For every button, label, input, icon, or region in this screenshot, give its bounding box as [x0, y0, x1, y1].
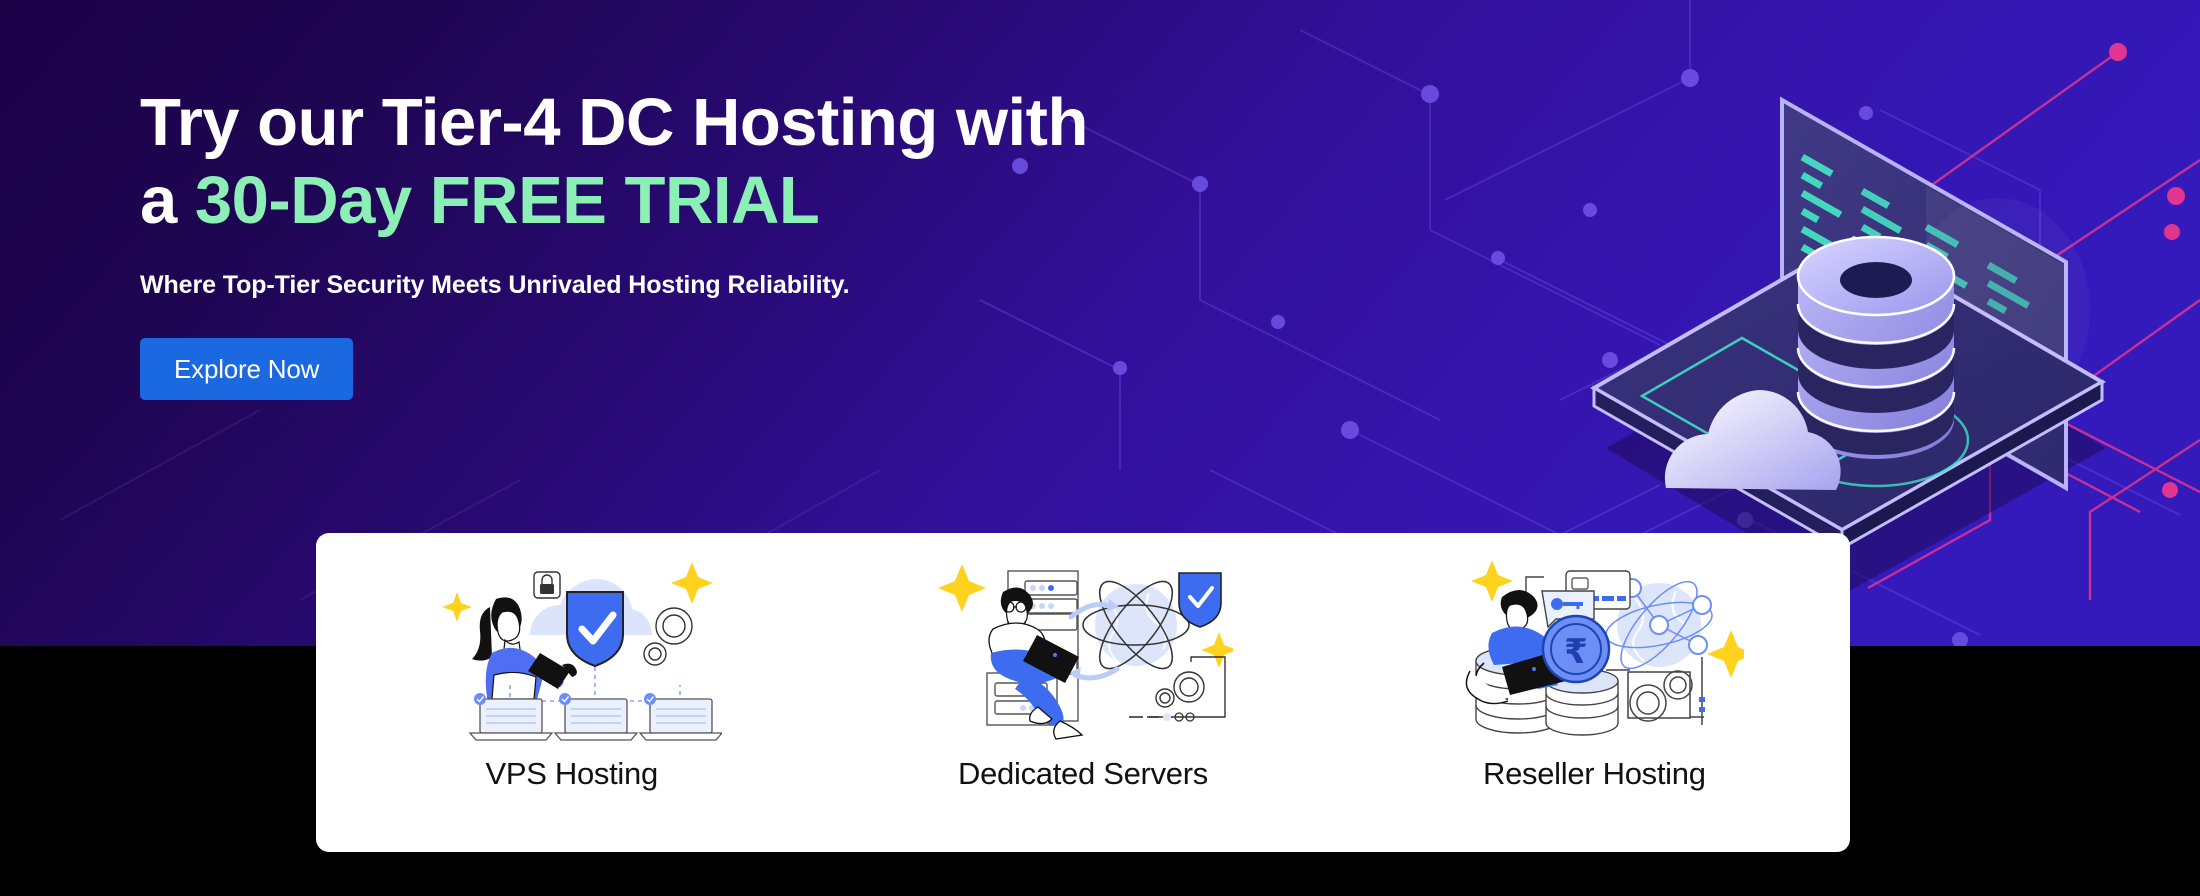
shield-check-icon — [1178, 572, 1222, 628]
service-tile-dedicated-servers[interactable]: Dedicated Servers — [827, 533, 1338, 852]
explore-now-button[interactable]: Explore Now — [140, 337, 354, 400]
services-card: VPS Hosting Dedicated Servers ₹ Reseller… — [316, 533, 1850, 852]
service-label-dedicated-servers: Dedicated Servers — [958, 756, 1208, 791]
dedicated-servers-illustration — [937, 564, 1233, 740]
gear-icon — [1606, 657, 1705, 725]
reseller-hosting-illustration: ₹ — [1466, 560, 1745, 736]
headline-line-1: Try our Tier-4 DC Hosting with — [140, 85, 1088, 160]
gear-icon — [1146, 656, 1226, 718]
gear-icon — [642, 607, 693, 666]
rupee-coin-icon: ₹ — [1542, 614, 1611, 684]
sparkle-icon — [937, 564, 986, 612]
isometric-laptop-illustration — [1589, 96, 2107, 608]
laptop-row — [468, 693, 722, 741]
hero-subheadline: Where Top-Tier Security Meets Unrivaled … — [140, 270, 850, 299]
sparkle-icon — [1200, 632, 1233, 668]
svg-text:₹: ₹ — [1564, 632, 1588, 672]
service-label-vps-hosting: VPS Hosting — [485, 756, 658, 791]
service-label-reseller-hosting: Reseller Hosting — [1483, 756, 1706, 791]
sparkle-icon — [670, 562, 713, 604]
hero-copy: Try our Tier-4 DC Hosting with a 30-Day … — [140, 84, 1390, 400]
sparkle-icon — [441, 592, 472, 622]
sparkle-icon — [1707, 630, 1745, 678]
globe-icon — [1082, 580, 1190, 670]
headline-accent: 30-Day FREE TRIAL — [194, 163, 820, 239]
service-tile-reseller-hosting[interactable]: ₹ Reseller Hosting — [1339, 533, 1850, 852]
headline-prefix: a — [140, 163, 195, 239]
headline-line-2: a 30-Day FREE TRIAL — [140, 162, 1390, 240]
shield-check-icon — [565, 591, 624, 668]
vps-hosting-illustration — [441, 562, 722, 741]
promo-banner: Try our Tier-4 DC Hosting with a 30-Day … — [0, 0, 2200, 896]
service-tile-vps-hosting[interactable]: VPS Hosting — [316, 533, 827, 852]
